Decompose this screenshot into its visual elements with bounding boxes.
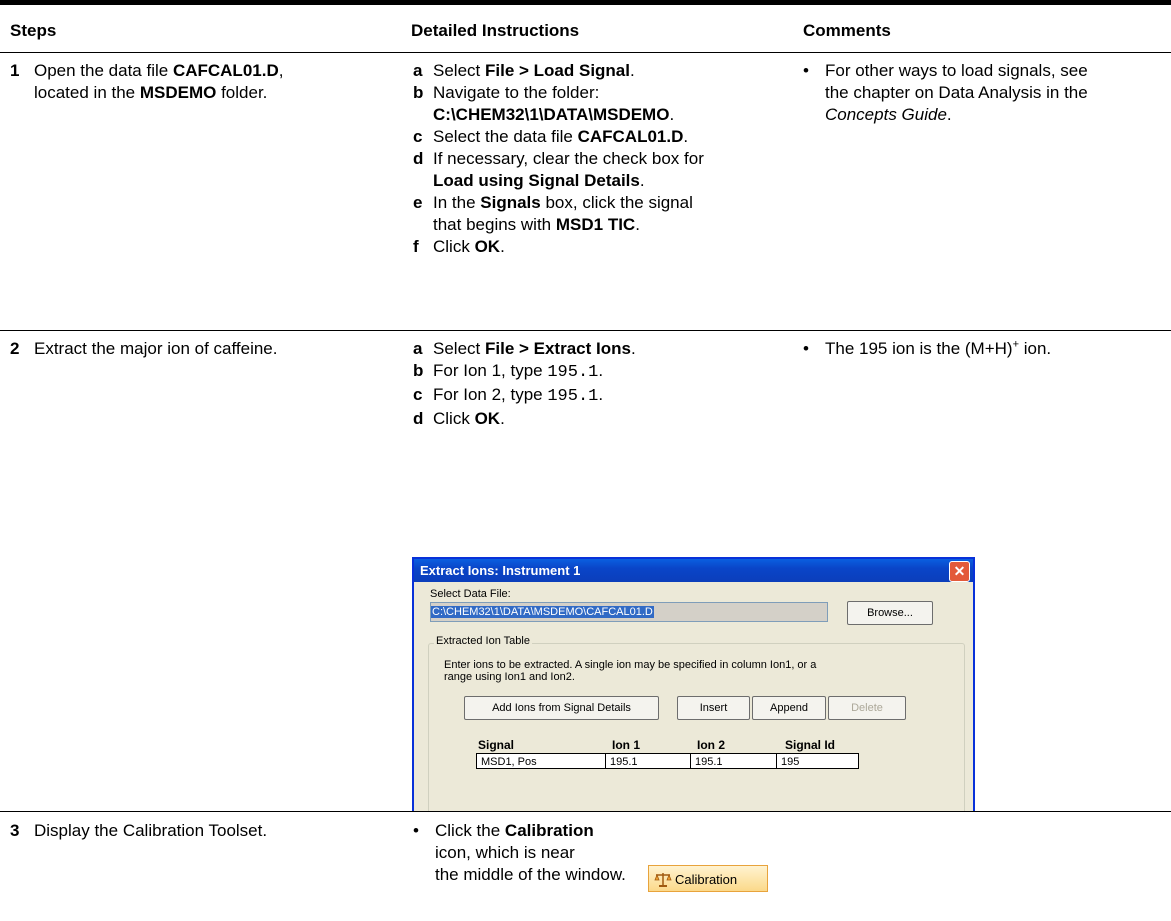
step2-instr-a: a Select File > Extract Ions. (413, 339, 636, 358)
cell-signal-id[interactable]: 195 (776, 753, 859, 769)
step1-instr-e: e In the Signals box, click the signal tha… (413, 193, 693, 234)
step2-comment: • The 195 ion is the (M+H)+ ion. (803, 338, 1052, 358)
header-steps: Steps (10, 21, 57, 40)
col-ion2: Ion 2 (697, 738, 726, 752)
header-rule (0, 52, 1171, 53)
cell-ion1[interactable]: 195.1 (605, 753, 691, 769)
step1-instr-a: a Select File > Load Signal. (413, 61, 635, 80)
calibration-button[interactable]: Calibration (648, 865, 768, 892)
step2-instr-b: b For Ion 1, type 195.1. (413, 361, 604, 382)
cell-signal[interactable]: MSD1, Pos (476, 753, 606, 769)
step2-number: 2 (10, 339, 20, 358)
step1-instructions: a Select File > Load Signal. b Navigate to… (413, 60, 704, 258)
col-ion1: Ion 1 (612, 738, 641, 752)
balance-scale-icon (654, 872, 672, 887)
step3-number: 3 (10, 821, 20, 840)
insert-button[interactable]: Insert (677, 696, 750, 720)
step2-instructions: a Select File > Extract Ions. b For Ion 1,… (413, 338, 636, 430)
step1-number: 1 (10, 61, 20, 80)
header-comments: Comments (803, 21, 891, 40)
select-data-file-label: Select Data File: (430, 588, 511, 600)
top-rule (0, 0, 1171, 5)
append-button[interactable]: Append (752, 696, 826, 720)
close-icon[interactable]: ✕ (949, 561, 970, 582)
header-instructions: Detailed Instructions (411, 21, 580, 40)
step2-instr-c: c For Ion 2, type 195.1. (413, 385, 604, 406)
row-rule-2 (0, 811, 1171, 812)
step2-instr-d: d Click OK. (413, 409, 505, 428)
step1-instr-f: f Click OK. (413, 237, 505, 256)
data-file-input[interactable]: C:\CHEM32\1\DATA\MSDEMO\CAFCAL01.D (430, 602, 828, 622)
step1-instr-b: b Navigate to the folder: C:\CHEM32\1\DATA… (413, 83, 675, 124)
extracted-ion-table-label: Extracted Ion Table (434, 635, 532, 647)
col-signal-id: Signal Id (785, 738, 836, 752)
dialog-title: Extract Ions: Instrument 1 (414, 559, 973, 582)
extract-ions-dialog: Extract Ions: Instrument 1 ✕ Select Data… (412, 557, 975, 812)
step1-instr-d: d If necessary, clear the check box for Lo… (413, 149, 704, 190)
cell-ion2[interactable]: 195.1 (690, 753, 777, 769)
help-text: Enter ions to be extracted. A single ion… (444, 659, 816, 683)
step2-text: Extract the major ion of caffeine. (34, 339, 278, 358)
step3-instruction: • Click the Calibration icon, which is ne… (413, 821, 626, 884)
browse-button[interactable]: Browse... (847, 601, 933, 625)
step1-instr-c: c Select the data file CAFCAL01.D. (413, 127, 689, 146)
calibration-button-label: Calibration (675, 872, 738, 887)
step1-text: Open the data file CAFCAL01.D, located i… (34, 61, 284, 102)
row-rule-1 (0, 330, 1171, 331)
help-line-2: range using Ion1 and Ion2. (444, 671, 575, 683)
step1-comment: • For other ways to load signals, see the… (803, 61, 1088, 124)
add-ions-button[interactable]: Add Ions from Signal Details (464, 696, 659, 720)
delete-button[interactable]: Delete (828, 696, 906, 720)
col-signal: Signal (478, 738, 515, 752)
step3-text: Display the Calibration Toolset. (34, 821, 268, 840)
help-line-1: Enter ions to be extracted. A single ion… (444, 659, 817, 671)
